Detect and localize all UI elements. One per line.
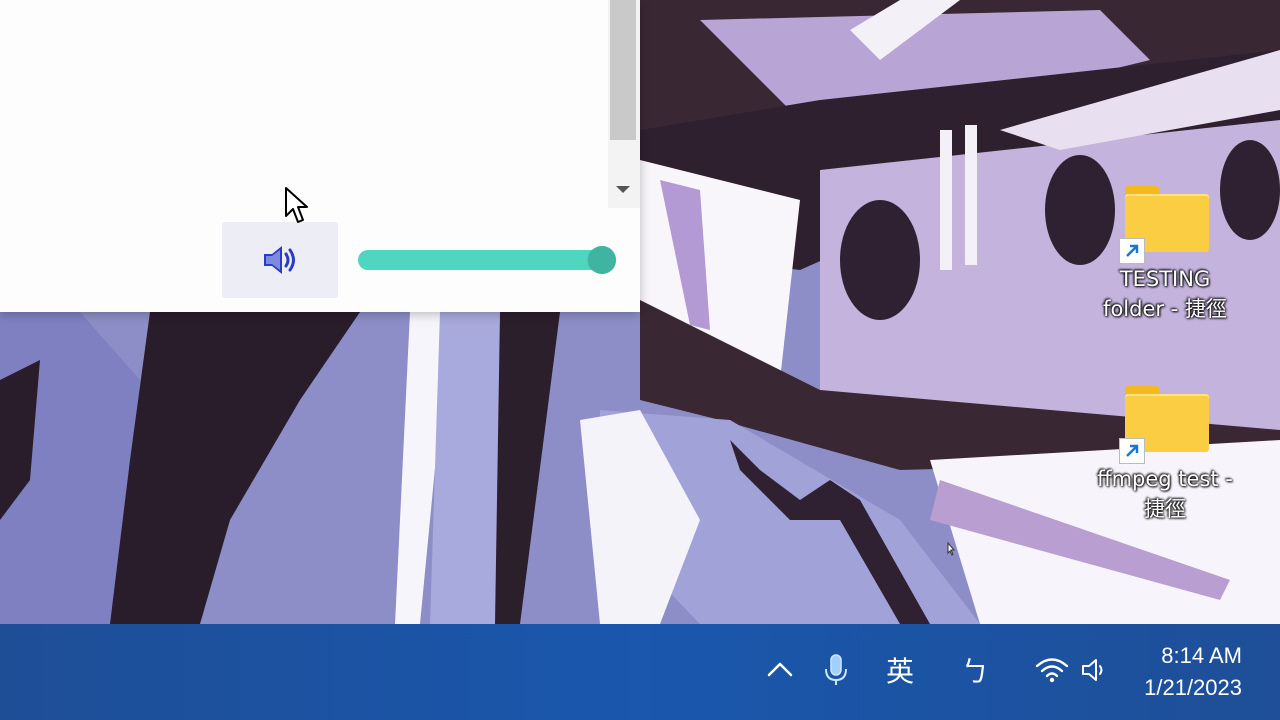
show-hidden-icons-button[interactable] bbox=[760, 640, 800, 700]
desktop-icon-label: TESTING folder - 捷徑 bbox=[1103, 267, 1227, 321]
mute-toggle-button[interactable] bbox=[222, 222, 338, 298]
mouse-pointer-icon bbox=[285, 187, 308, 223]
folder-icon bbox=[1119, 186, 1209, 264]
volume-slider-thumb[interactable] bbox=[588, 246, 616, 274]
volume-tray-button[interactable] bbox=[1078, 640, 1112, 700]
panel-content-area bbox=[0, 0, 608, 208]
shortcut-arrow-icon bbox=[1119, 438, 1145, 464]
microphone-icon bbox=[825, 654, 847, 685]
clock-date: 1/21/2023 bbox=[1144, 675, 1242, 700]
speaker-icon bbox=[264, 246, 295, 274]
volume-slider-track[interactable] bbox=[358, 250, 602, 270]
panel-scrollbar-thumb[interactable] bbox=[610, 0, 636, 140]
folder-icon bbox=[1119, 386, 1209, 464]
media-control-panel bbox=[0, 0, 640, 312]
desktop-shortcut-testing-folder[interactable]: TESTING folder - 捷徑 bbox=[1090, 186, 1240, 324]
clock-time: 8:14 AM bbox=[1161, 643, 1242, 668]
chevron-up-icon bbox=[767, 662, 793, 677]
ime-language-mode[interactable]: 英 bbox=[876, 640, 924, 700]
small-cursor-icon bbox=[947, 542, 956, 556]
desktop-shortcut-ffmpeg-test[interactable]: ffmpeg test - 捷徑 bbox=[1090, 386, 1240, 524]
desktop-icon-label: ffmpeg test - 捷徑 bbox=[1097, 467, 1233, 521]
shortcut-arrow-icon bbox=[1119, 238, 1145, 264]
network-button[interactable] bbox=[1034, 640, 1070, 700]
scroll-down-arrow-icon[interactable] bbox=[616, 186, 630, 193]
speaker-icon bbox=[1082, 659, 1103, 681]
taskbar-clock[interactable]: 8:14 AM 1/21/2023 bbox=[1130, 640, 1270, 706]
ime-input-mode[interactable]: ㄅ bbox=[952, 640, 998, 700]
wifi-icon bbox=[1035, 658, 1069, 683]
volume-slider[interactable] bbox=[358, 246, 616, 274]
microphone-button[interactable] bbox=[818, 640, 854, 700]
